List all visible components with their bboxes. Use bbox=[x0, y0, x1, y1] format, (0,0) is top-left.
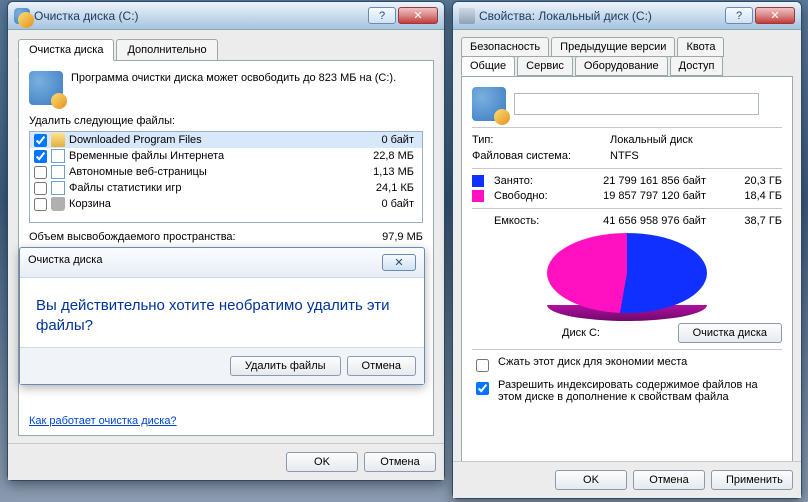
tab-quota[interactable]: Квота bbox=[677, 37, 724, 57]
list-item[interactable]: Downloaded Program Files 0 байт bbox=[30, 132, 422, 148]
drive-icon bbox=[459, 8, 475, 24]
delete-files-button[interactable]: Удалить файлы bbox=[230, 356, 341, 376]
titlebar: Свойства: Локальный диск (C:) ? ✕ bbox=[453, 2, 801, 30]
total-label: Объем высвобождаемого пространства: bbox=[29, 231, 236, 243]
tab-security[interactable]: Безопасность bbox=[461, 37, 549, 57]
disk-properties-window: Свойства: Локальный диск (C:) ? ✕ Безопа… bbox=[452, 1, 802, 499]
bin-icon bbox=[51, 197, 65, 211]
tab-access[interactable]: Доступ bbox=[670, 56, 724, 76]
file-checkbox[interactable] bbox=[34, 198, 47, 211]
volume-label-input[interactable] bbox=[514, 93, 759, 115]
help-button[interactable]: ? bbox=[725, 7, 753, 24]
apply-button[interactable]: Применить bbox=[711, 470, 793, 490]
close-button[interactable]: ✕ bbox=[398, 7, 438, 24]
tab-general[interactable]: Общие bbox=[461, 56, 515, 76]
close-button[interactable]: ✕ bbox=[755, 7, 795, 24]
cleanup-intro-text: Программа очистки диска может освободить… bbox=[71, 71, 396, 85]
disk-cleanup-title-icon bbox=[14, 8, 30, 24]
confirm-cancel-button[interactable]: Отмена bbox=[347, 356, 416, 376]
tab-cleanup[interactable]: Очистка диска bbox=[18, 39, 114, 61]
file-checkbox[interactable] bbox=[34, 150, 47, 163]
tab-hardware[interactable]: Оборудование bbox=[575, 56, 668, 76]
capacity-gb: 38,7 ГБ bbox=[712, 215, 782, 227]
disk-cleanup-window: Очистка диска (C:) ? ✕ Очистка диска Доп… bbox=[7, 1, 445, 481]
help-button[interactable]: ? bbox=[368, 7, 396, 24]
compress-label: Сжать этот диск для экономии места bbox=[498, 356, 687, 368]
file-name: Автономные веб-страницы bbox=[69, 166, 352, 178]
list-item[interactable]: Корзина 0 байт bbox=[30, 196, 422, 212]
capacity-label: Емкость: bbox=[494, 215, 584, 227]
ok-button[interactable]: OK bbox=[286, 452, 358, 472]
confirm-close-button[interactable]: ✕ bbox=[382, 254, 416, 271]
drive-letter-label: Диск C: bbox=[562, 327, 600, 339]
file-size: 1,13 МБ bbox=[356, 166, 418, 178]
free-gb: 18,4 ГБ bbox=[712, 190, 782, 202]
delete-files-label: Удалить следующие файлы: bbox=[29, 115, 423, 127]
list-item[interactable]: Временные файлы Интернета 22,8 МБ bbox=[30, 148, 422, 164]
filesystem-value: NTFS bbox=[610, 150, 639, 162]
tab-additional[interactable]: Дополнительно bbox=[116, 39, 217, 61]
file-size: 24,1 КБ bbox=[356, 182, 418, 194]
window-title: Очистка диска (C:) bbox=[34, 9, 368, 23]
file-name: Корзина bbox=[69, 198, 352, 210]
page-icon bbox=[51, 181, 65, 195]
confirm-question: Вы действительно хотите необратимо удали… bbox=[36, 296, 408, 335]
confirm-dialog: Очистка диска ✕ Вы действительно хотите … bbox=[19, 247, 425, 385]
disk-cleanup-icon bbox=[29, 71, 63, 105]
file-checkbox[interactable] bbox=[34, 182, 47, 195]
type-label: Тип: bbox=[472, 134, 602, 146]
cleanup-tabs: Очистка диска Дополнительно bbox=[18, 39, 434, 61]
page-icon bbox=[51, 165, 65, 179]
used-color-swatch bbox=[472, 175, 484, 187]
cancel-button[interactable]: Отмена bbox=[633, 470, 705, 490]
index-checkbox[interactable] bbox=[476, 382, 489, 395]
tab-previous-versions[interactable]: Предыдущие версии bbox=[551, 37, 675, 57]
free-bytes: 19 857 797 120 байт bbox=[590, 190, 706, 202]
list-item[interactable]: Файлы статистики игр 24,1 КБ bbox=[30, 180, 422, 196]
free-label: Свободно: bbox=[494, 190, 584, 202]
drive-large-icon bbox=[472, 87, 506, 121]
file-checkbox[interactable] bbox=[34, 134, 47, 147]
index-label: Разрешить индексировать содержимое файло… bbox=[498, 379, 782, 403]
type-value: Локальный диск bbox=[610, 134, 693, 146]
file-name: Временные файлы Интернета bbox=[69, 150, 352, 162]
page-icon bbox=[51, 149, 65, 163]
filesystem-label: Файловая система: bbox=[472, 150, 602, 162]
used-label: Занято: bbox=[494, 175, 584, 187]
file-checkbox[interactable] bbox=[34, 166, 47, 179]
disk-cleanup-button[interactable]: Очистка диска bbox=[678, 323, 782, 343]
cancel-button[interactable]: Отмена bbox=[364, 452, 436, 472]
file-name: Файлы статистики игр bbox=[69, 182, 352, 194]
compress-checkbox[interactable] bbox=[476, 359, 489, 372]
tab-service[interactable]: Сервис bbox=[517, 56, 573, 76]
window-title: Свойства: Локальный диск (C:) bbox=[479, 9, 725, 23]
confirm-title: Очистка диска bbox=[28, 254, 102, 271]
used-gb: 20,3 ГБ bbox=[712, 175, 782, 187]
total-value: 97,9 МБ bbox=[382, 231, 423, 243]
used-bytes: 21 799 161 856 байт bbox=[590, 175, 706, 187]
ok-button[interactable]: OK bbox=[555, 470, 627, 490]
file-size: 0 байт bbox=[356, 134, 418, 146]
how-it-works-link[interactable]: Как работает очистка диска? bbox=[29, 415, 177, 427]
list-item[interactable]: Автономные веб-страницы 1,13 МБ bbox=[30, 164, 422, 180]
files-listbox[interactable]: Downloaded Program Files 0 байт Временны… bbox=[29, 131, 423, 223]
capacity-bytes: 41 656 958 976 байт bbox=[590, 215, 706, 227]
file-size: 0 байт bbox=[356, 198, 418, 210]
file-size: 22,8 МБ bbox=[356, 150, 418, 162]
folder-icon bbox=[51, 133, 65, 147]
free-color-swatch bbox=[472, 190, 484, 202]
titlebar: Очистка диска (C:) ? ✕ bbox=[8, 2, 444, 30]
file-name: Downloaded Program Files bbox=[69, 134, 352, 146]
usage-pie-chart bbox=[547, 233, 707, 313]
